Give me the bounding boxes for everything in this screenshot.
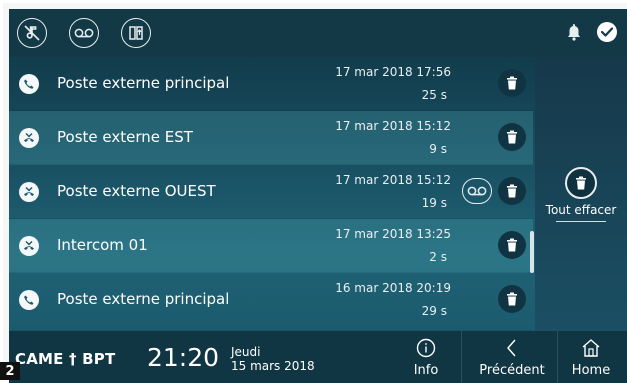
info-button[interactable]: Info: [409, 331, 443, 383]
mute-ringtone-icon[interactable]: [17, 18, 47, 48]
chevron-left-icon: [505, 335, 519, 361]
bottom-bar: CAME † BPT 21:20 Jeudi 15 mars 2018 Info…: [9, 331, 627, 383]
day-label: Jeudi: [231, 345, 261, 359]
top-bar: [9, 9, 627, 57]
door-open-icon[interactable]: [121, 18, 151, 48]
clear-all-label: Tout effacer: [545, 203, 617, 217]
trash-icon[interactable]: [498, 177, 526, 205]
brand-logo: CAME † BPT: [15, 350, 116, 368]
list-item[interactable]: Poste externe OUEST 17 mar 2018 15:12 19…: [9, 165, 533, 219]
divider: [556, 221, 606, 222]
call-name: Poste externe principal: [57, 290, 230, 308]
device-frame: Poste externe principal 17 mar 2018 17:5…: [3, 3, 627, 383]
missed-call-icon: [19, 182, 39, 202]
home-button[interactable]: Home: [565, 331, 617, 383]
divider: [461, 331, 462, 383]
voicemail-icon[interactable]: [462, 178, 492, 204]
check-icon[interactable]: [597, 22, 617, 42]
list-item[interactable]: Poste externe EST 17 mar 2018 15:12 9 s: [9, 111, 533, 165]
list-item[interactable]: Poste externe principal 16 mar 2018 20:1…: [9, 273, 533, 331]
call-date: 17 mar 2018 17:56: [335, 65, 451, 79]
call-duration: 25 s: [421, 88, 447, 102]
answered-call-icon: [19, 290, 39, 310]
home-icon: [581, 335, 601, 361]
call-date: 17 mar 2018 15:12: [335, 119, 451, 133]
figure-number-badge: 2: [0, 362, 20, 380]
call-duration: 2 s: [429, 250, 447, 264]
divider: [557, 331, 558, 383]
missed-call-icon: [19, 236, 39, 256]
info-label: Info: [413, 363, 439, 378]
voicemail-icon[interactable]: [69, 18, 99, 48]
call-date: 16 mar 2018 20:19: [335, 281, 451, 295]
home-label: Home: [571, 363, 611, 378]
call-date: 17 mar 2018 13:25: [335, 227, 451, 241]
info-icon: [416, 335, 436, 361]
list-item[interactable]: Intercom 01 17 mar 2018 13:25 2 s: [9, 219, 533, 273]
clock: 21:20: [147, 343, 220, 372]
missed-call-icon: [19, 128, 39, 148]
call-name: Intercom 01: [57, 236, 148, 254]
date-label: 15 mars 2018: [231, 359, 315, 373]
call-duration: 19 s: [421, 196, 447, 210]
call-duration: 29 s: [421, 304, 447, 318]
right-panel: Tout effacer: [535, 57, 627, 331]
scrollbar[interactable]: [530, 231, 534, 273]
trash-icon[interactable]: [498, 123, 526, 151]
previous-label: Précédent: [479, 363, 545, 378]
call-name: Poste externe OUEST: [57, 182, 216, 200]
bell-icon: [567, 23, 581, 41]
trash-icon[interactable]: [498, 285, 526, 313]
call-name: Poste externe EST: [57, 128, 193, 146]
call-duration: 9 s: [429, 142, 447, 156]
answered-call-icon: [19, 74, 39, 94]
trash-icon: [565, 167, 597, 199]
call-date: 17 mar 2018 15:12: [335, 173, 451, 187]
trash-icon[interactable]: [498, 69, 526, 97]
previous-button[interactable]: Précédent: [469, 331, 555, 383]
trash-icon[interactable]: [498, 231, 526, 259]
call-name: Poste externe principal: [57, 74, 230, 92]
screen: Poste externe principal 17 mar 2018 17:5…: [9, 9, 627, 383]
clear-all-button[interactable]: Tout effacer: [535, 167, 627, 222]
list-item[interactable]: Poste externe principal 17 mar 2018 17:5…: [9, 57, 533, 111]
